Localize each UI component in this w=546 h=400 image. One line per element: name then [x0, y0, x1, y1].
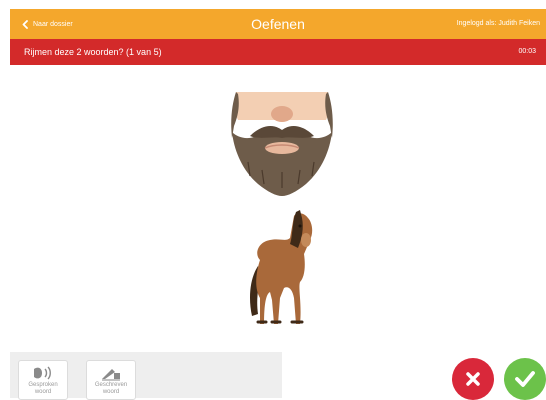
question-bar: Rijmen deze 2 woorden? (1 van 5) 00:03 [10, 39, 546, 65]
tool-label-line1: Geschreven [94, 382, 128, 388]
beard-icon [231, 92, 333, 196]
pen-icon [102, 369, 120, 381]
timer: 00:03 [518, 48, 536, 55]
written-word-button[interactable]: Geschreven woord [86, 360, 136, 400]
speaker-icon [34, 366, 51, 380]
tool-label-line1: Gesproken [28, 382, 58, 388]
spoken-word-button[interactable]: Gesproken woord [18, 360, 68, 400]
check-icon [515, 371, 535, 387]
tool-label-line2: woord [102, 389, 120, 395]
horse-icon [250, 210, 313, 324]
question-text: Rijmen deze 2 woorden? (1 van 5) [24, 47, 162, 57]
top-bar: Naar dossier Oefenen Ingelogd als: Judit… [10, 9, 546, 39]
no-rhyme-button[interactable] [452, 358, 494, 400]
rhyme-button[interactable] [504, 358, 546, 400]
answer-tools: Gesproken woord Geschreven woord [10, 352, 282, 400]
cross-icon [466, 372, 480, 386]
logged-in-user: Ingelogd als: Judith Feiken [456, 20, 540, 27]
tool-label-line2: woord [34, 389, 52, 395]
